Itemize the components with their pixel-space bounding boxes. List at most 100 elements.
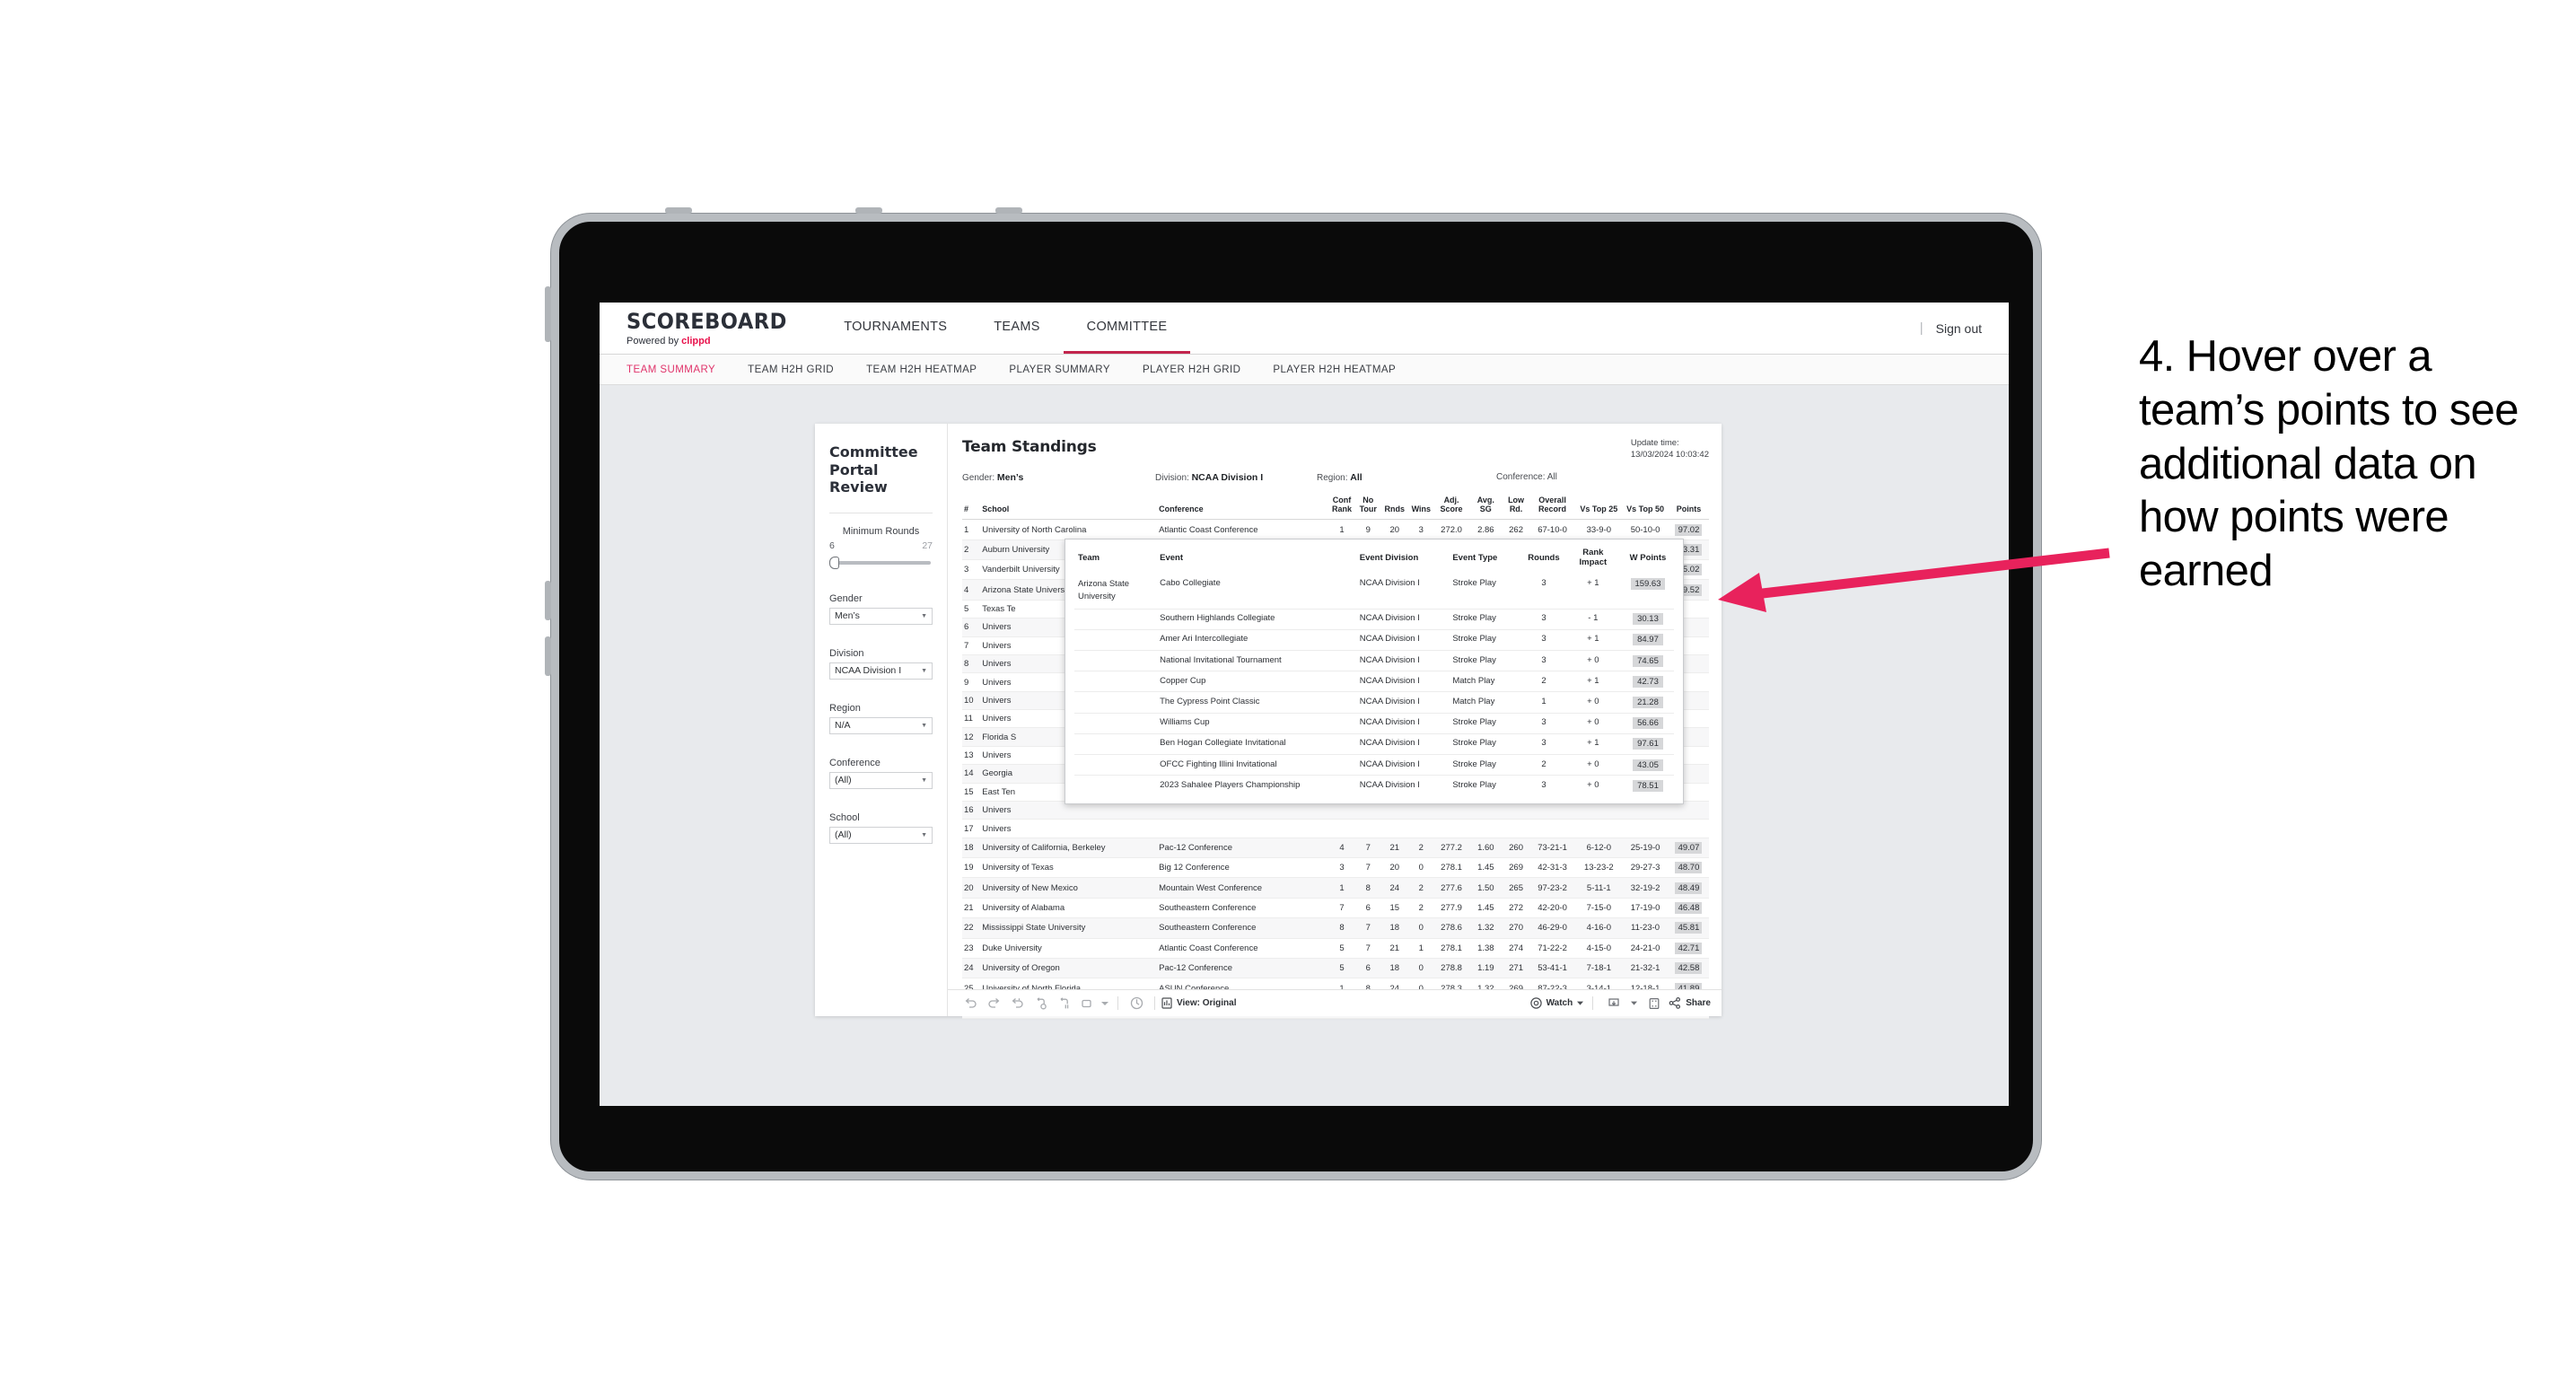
cell-points[interactable]: 42.71 xyxy=(1668,938,1709,959)
region-select[interactable]: N/A ▼ xyxy=(829,716,933,734)
cell-points[interactable]: 42.58 xyxy=(1668,958,1709,979)
cell-points[interactable]: 49.07 xyxy=(1668,838,1709,859)
toolbar-separator-2 xyxy=(1154,996,1155,1010)
col-no-tour[interactable]: No Tour xyxy=(1354,491,1381,521)
tooltip-row: The Cypress Point Classic NCAA Division I… xyxy=(1074,691,1674,714)
download-chevron-icon[interactable] xyxy=(1628,994,1640,1013)
slider-handle[interactable] xyxy=(829,556,839,569)
sign-out-link[interactable]: Sign out xyxy=(1936,321,1982,336)
cell-t25 xyxy=(1575,819,1623,838)
download-icon[interactable] xyxy=(1602,994,1625,1013)
tooltip-cell-division: NCAA Division I xyxy=(1355,713,1450,734)
dashboard-toolbar: View: Original Watch Share xyxy=(948,989,1722,1016)
revert-icon[interactable] xyxy=(1005,994,1029,1013)
col-adj-score[interactable]: Adj. Score xyxy=(1433,491,1469,521)
region-filter: Region N/A ▼ xyxy=(829,703,933,734)
refresh-data-icon[interactable] xyxy=(1029,994,1052,1013)
nav-tab-committee[interactable]: COMMITTEE xyxy=(1063,303,1191,354)
cell-confrank: 3 xyxy=(1328,857,1355,879)
subtab-player-summary[interactable]: PLAYER SUMMARY xyxy=(1009,364,1130,375)
table-row[interactable]: 24 University of Oregon Pac-12 Conference 5… xyxy=(962,958,1709,979)
tooltip-cell-event: Cabo Collegiate xyxy=(1156,574,1356,610)
col-points[interactable]: Points xyxy=(1668,491,1709,521)
subtab-team-h2h-heatmap[interactable]: TEAM H2H HEATMAP xyxy=(866,364,996,375)
conference-select[interactable]: (All) ▼ xyxy=(829,771,933,789)
col-overall-record[interactable]: Overall Record xyxy=(1529,491,1576,521)
cell-points[interactable]: 48.70 xyxy=(1668,857,1709,879)
subtab-player-h2h-heatmap[interactable]: PLAYER H2H HEATMAP xyxy=(1273,364,1415,375)
table-row[interactable]: 1 University of North Carolina Atlantic Co… xyxy=(962,519,1709,540)
cell-rank: 5 xyxy=(962,600,981,619)
col-wins[interactable]: Wins xyxy=(1407,491,1434,521)
redo-icon[interactable] xyxy=(982,994,1005,1013)
cell-points[interactable]: 45.81 xyxy=(1668,917,1709,939)
col-school[interactable]: School xyxy=(980,491,1158,521)
table-row[interactable]: 19 University of Texas Big 12 Conference 3 7… xyxy=(962,857,1709,879)
cell-adj: 277.6 xyxy=(1433,877,1469,899)
view-original-button[interactable]: View: Original xyxy=(1161,997,1237,1009)
brand-logo[interactable]: SCOREBOARD Powered by clippd xyxy=(600,303,820,354)
table-row[interactable]: 17 Univers xyxy=(962,819,1709,838)
cell-school: Univers xyxy=(980,819,1158,838)
chevron-down-icon: ▼ xyxy=(921,831,927,838)
nav-tab-teams[interactable]: TEAMS xyxy=(970,303,1063,354)
tooltip-cell-division: NCAA Division I xyxy=(1355,574,1450,610)
table-row[interactable]: 18 University of California, Berkeley Pac-… xyxy=(962,838,1709,859)
col-rank[interactable]: # xyxy=(962,491,981,521)
w-points-value: 159.63 xyxy=(1631,577,1665,590)
cell-notour: 6 xyxy=(1354,898,1381,919)
col-avg-sg[interactable]: Avg. SG xyxy=(1468,491,1503,521)
cell-rank: 3 xyxy=(962,559,981,581)
col-low-rd[interactable]: Low Rd. xyxy=(1503,491,1529,521)
tooltip-cell-w-points: 84.97 xyxy=(1621,629,1674,652)
cell-conf xyxy=(1157,819,1329,838)
cell-school: University of New Mexico xyxy=(980,877,1158,899)
cell-wins: 0 xyxy=(1407,958,1434,979)
col-vs-top-50[interactable]: Vs Top 50 xyxy=(1622,491,1669,521)
cell-rank: 20 xyxy=(962,877,981,899)
table-row[interactable]: 22 Mississippi State University Southeaste… xyxy=(962,917,1709,939)
chevron-down-icon: ▼ xyxy=(921,722,927,729)
table-row[interactable]: 20 University of New Mexico Mountain West … xyxy=(962,877,1709,899)
watch-button[interactable]: Watch xyxy=(1529,997,1584,1009)
table-row[interactable]: 23 Duke University Atlantic Coast Conferen… xyxy=(962,938,1709,959)
gender-select[interactable]: Men’s ▼ xyxy=(829,607,933,625)
tooltip-header-row: Team Event Event Division Event Type Rou… xyxy=(1074,546,1674,574)
cell-rnds: 20 xyxy=(1380,857,1408,879)
col-vs-top-25[interactable]: Vs Top 25 xyxy=(1575,491,1623,521)
points-value: 45.81 xyxy=(1675,922,1703,934)
table-row[interactable]: 21 University of Alabama Southeastern Conf… xyxy=(962,898,1709,919)
subtab-team-summary[interactable]: TEAM SUMMARY xyxy=(626,364,735,375)
device-layout-icon[interactable] xyxy=(1075,994,1099,1013)
cell-points[interactable]: 48.49 xyxy=(1668,877,1709,899)
fullscreen-icon[interactable] xyxy=(1643,994,1666,1013)
update-time: Update time: 13/03/2024 10:03:42 xyxy=(1631,438,1709,461)
cell-notour: 8 xyxy=(1354,877,1381,899)
tooltip-col-team: Team xyxy=(1078,552,1100,563)
subtab-team-h2h-grid[interactable]: TEAM H2H GRID xyxy=(748,364,854,375)
cell-t50: 32-19-2 xyxy=(1622,877,1669,899)
cell-points[interactable]: 46.48 xyxy=(1668,898,1709,919)
undo-icon[interactable] xyxy=(959,994,982,1013)
col-rnds[interactable]: Rnds xyxy=(1380,491,1408,521)
school-select[interactable]: (All) ▼ xyxy=(829,826,933,844)
tooltip-row: Amer Ari Intercollegiate NCAA Division IS… xyxy=(1074,629,1674,652)
pause-data-icon[interactable] xyxy=(1052,994,1075,1013)
cell-adj: 278.6 xyxy=(1433,917,1469,939)
tooltip-cell-team xyxy=(1074,754,1157,776)
division-select[interactable]: NCAA Division I ▼ xyxy=(829,662,933,680)
device-layout-chevron-icon[interactable] xyxy=(1099,994,1111,1013)
subtab-player-h2h-grid[interactable]: PLAYER H2H GRID xyxy=(1143,364,1260,375)
cell-wins: 2 xyxy=(1407,877,1434,899)
col-conference[interactable]: Conference xyxy=(1157,491,1329,521)
pause-auto-update-icon[interactable] xyxy=(1125,994,1148,1013)
nav-tab-tournaments[interactable]: TOURNAMENTS xyxy=(820,303,970,354)
cell-points[interactable] xyxy=(1668,819,1709,838)
minimum-rounds-slider[interactable] xyxy=(829,556,933,570)
points-value: 42.71 xyxy=(1675,942,1703,954)
cell-points[interactable]: 97.02 xyxy=(1668,519,1709,540)
gender-label: Gender xyxy=(829,592,863,604)
cell-rank: 14 xyxy=(962,764,981,784)
share-button[interactable]: Share xyxy=(1669,997,1711,1009)
col-conf-rank[interactable]: Conf Rank xyxy=(1328,491,1355,521)
